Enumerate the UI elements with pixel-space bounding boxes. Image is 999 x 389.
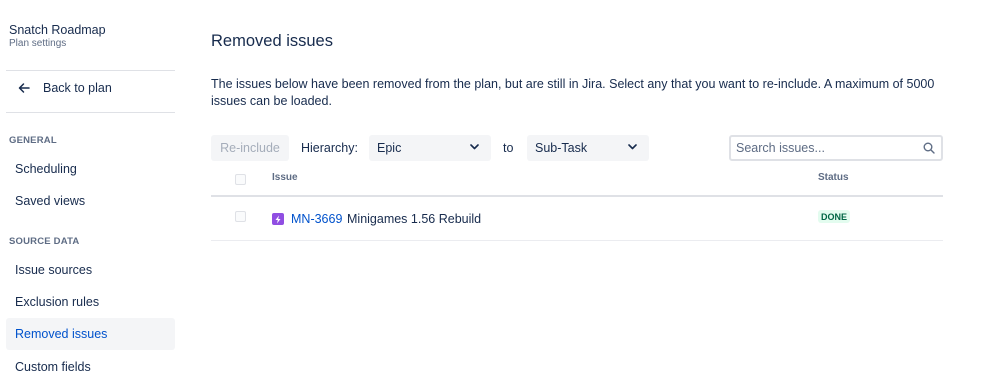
sidebar-item-saved-views[interactable]: Saved views bbox=[6, 185, 175, 217]
row-divider bbox=[211, 240, 943, 241]
plan-title: Snatch Roadmap bbox=[9, 23, 106, 37]
hierarchy-from-select[interactable]: Epic bbox=[369, 135, 491, 161]
section-heading-general: GENERAL bbox=[9, 135, 57, 146]
divider bbox=[6, 112, 175, 113]
arrow-left-icon bbox=[18, 83, 30, 93]
hierarchy-label: Hierarchy: bbox=[301, 141, 358, 155]
sidebar: Snatch Roadmap Plan settings Back to pla… bbox=[0, 0, 183, 389]
section-heading-source-data: SOURCE DATA bbox=[9, 236, 80, 247]
search-icon bbox=[923, 142, 935, 154]
sidebar-item-issue-sources[interactable]: Issue sources bbox=[6, 254, 175, 286]
to-label: to bbox=[503, 141, 514, 155]
hierarchy-to-value: Sub-Task bbox=[535, 141, 588, 155]
hierarchy-from-value: Epic bbox=[377, 141, 402, 155]
re-include-button[interactable]: Re-include bbox=[211, 135, 289, 161]
sidebar-item-exclusion-rules[interactable]: Exclusion rules bbox=[6, 286, 175, 318]
sidebar-item-custom-fields[interactable]: Custom fields bbox=[6, 351, 175, 383]
page-description: The issues below have been removed from … bbox=[211, 77, 935, 108]
hierarchy-to-select[interactable]: Sub-Task bbox=[527, 135, 649, 161]
search-input[interactable] bbox=[731, 141, 911, 155]
table-header-divider bbox=[211, 195, 943, 197]
divider bbox=[6, 70, 175, 71]
row-checkbox[interactable] bbox=[235, 211, 246, 222]
page-title: Removed issues bbox=[211, 32, 333, 50]
column-header-issue: Issue bbox=[272, 172, 298, 183]
epic-lightning-icon bbox=[272, 213, 284, 225]
chevron-down-icon bbox=[470, 144, 479, 150]
issue-summary: Minigames 1.56 Rebuild bbox=[347, 212, 482, 226]
back-to-plan-label: Back to plan bbox=[43, 81, 112, 95]
search-box[interactable] bbox=[729, 135, 943, 161]
plan-subtitle: Plan settings bbox=[9, 38, 67, 49]
back-to-plan-link[interactable]: Back to plan bbox=[6, 74, 175, 102]
issue-key-link[interactable]: MN-3669 bbox=[291, 212, 342, 226]
column-header-status: Status bbox=[818, 172, 849, 183]
status-badge: DONE bbox=[818, 210, 851, 223]
chevron-down-icon bbox=[628, 144, 637, 150]
sidebar-item-removed-issues[interactable]: Removed issues bbox=[6, 318, 175, 350]
sidebar-item-scheduling[interactable]: Scheduling bbox=[6, 153, 175, 185]
select-all-checkbox[interactable] bbox=[235, 174, 246, 185]
